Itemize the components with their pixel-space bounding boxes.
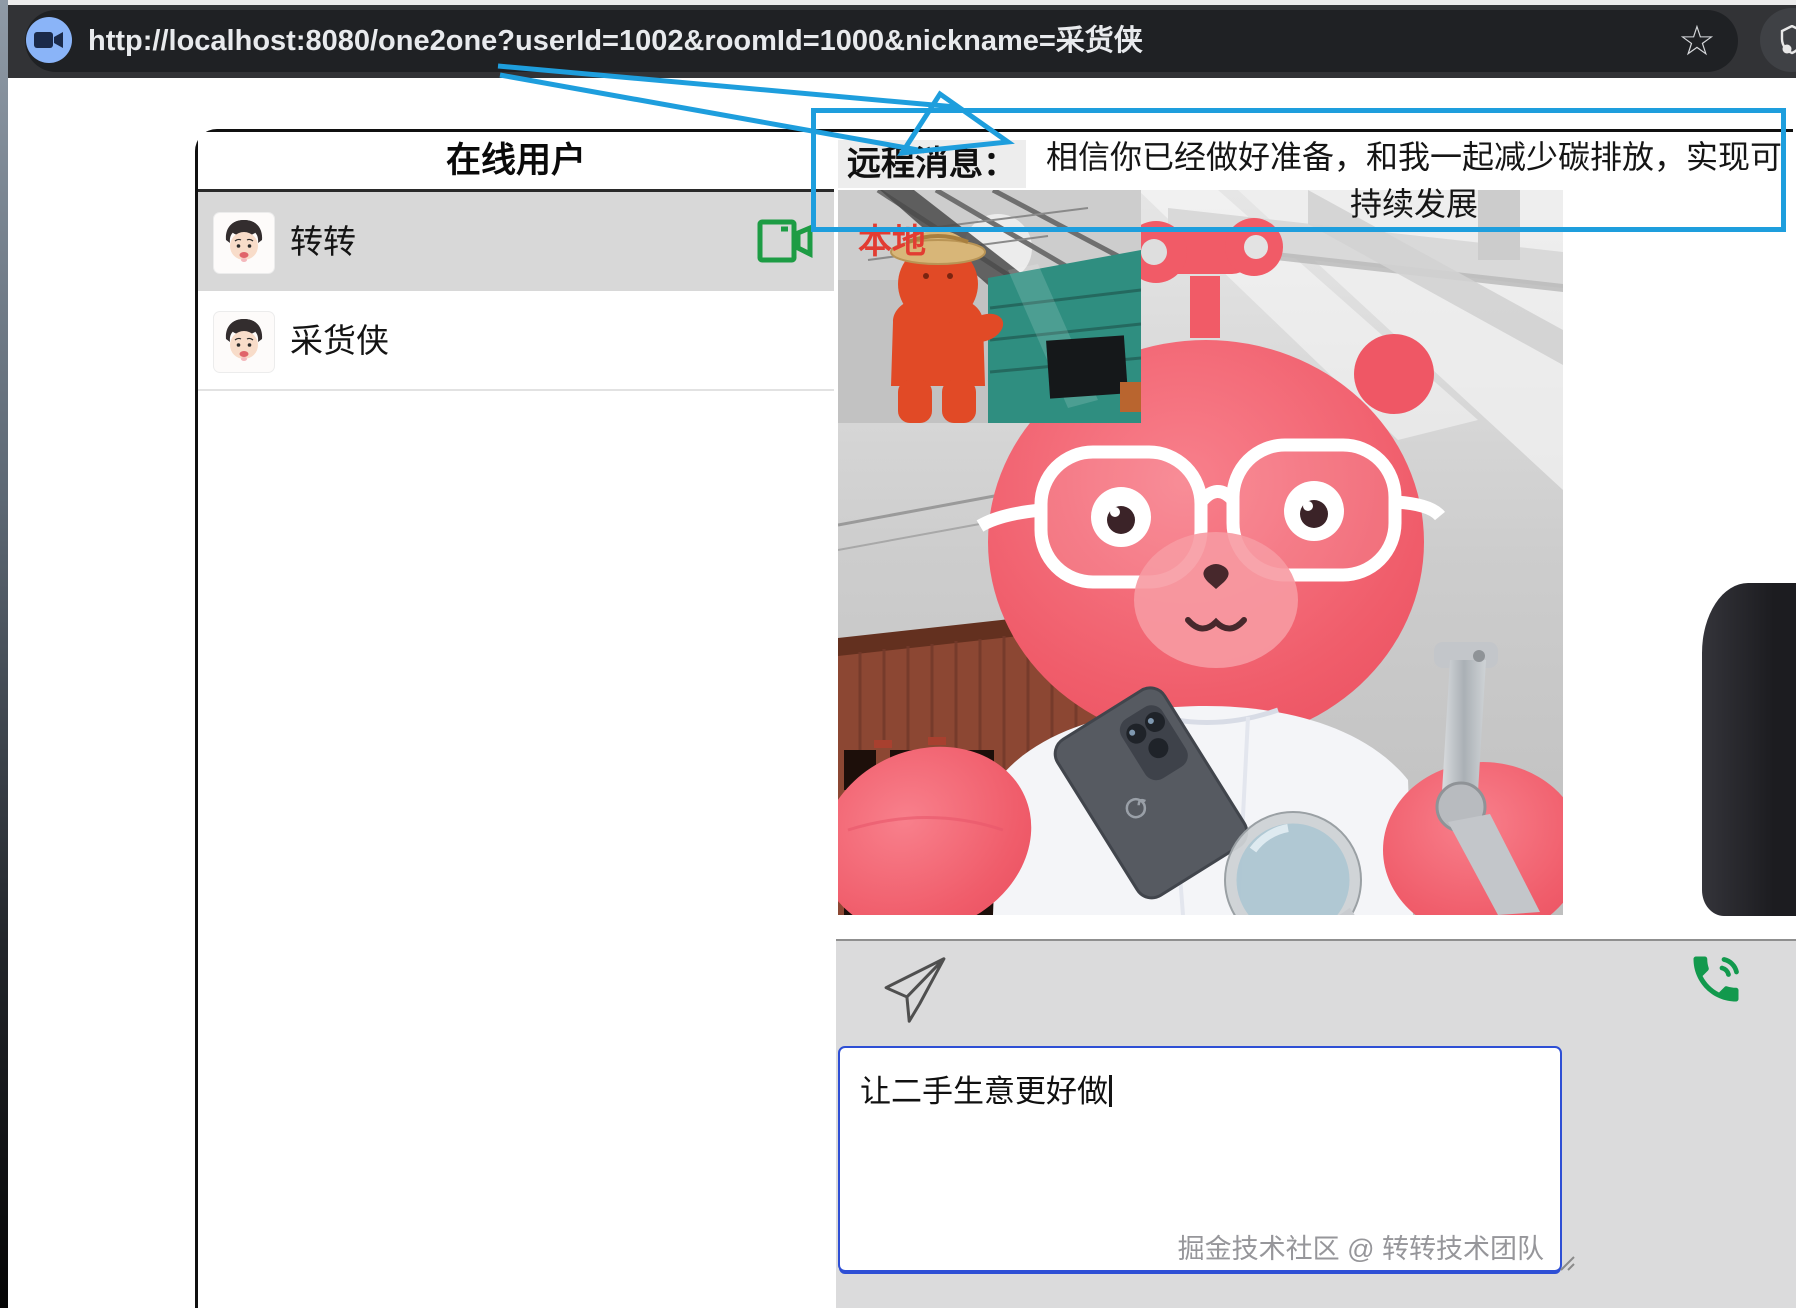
user-name: 转转 <box>290 223 356 260</box>
boy-face-avatar-icon <box>215 313 273 371</box>
user-row-zhuanzhuan[interactable]: 转转 <box>198 192 834 291</box>
cropped-dark-object <box>1702 583 1796 916</box>
resize-grip-icon <box>1560 1256 1575 1271</box>
message-input-text: 让二手生意更好做 <box>860 1066 1112 1111</box>
typed-text: 让二手生意更好做 <box>860 1074 1108 1109</box>
screenshot-root: http://localhost:8080/one2one?userId=100… <box>0 0 1796 1308</box>
bookmark-star-icon[interactable]: ☆ <box>1672 14 1722 68</box>
remote-video: 本地 <box>838 190 1563 915</box>
profile-glyph <box>1780 25 1796 55</box>
user-avatar <box>214 312 274 372</box>
annotation-arrow <box>497 63 1015 157</box>
desktop-edge-strip <box>0 0 8 1308</box>
video-camera-glyph <box>34 32 63 48</box>
user-avatar <box>214 213 274 273</box>
video-call-active-icon[interactable] <box>756 215 814 267</box>
user-name: 采货侠 <box>290 322 389 359</box>
phone-call-icon <box>1693 956 1739 1002</box>
watermark-text: 掘金技术社区 @ 转转技术团队 <box>1177 1234 1544 1264</box>
resize-handle[interactable] <box>1558 1254 1576 1272</box>
paper-plane-icon <box>884 957 946 1023</box>
start-call-button[interactable] <box>1686 949 1746 1009</box>
green-camera-glyph <box>757 219 813 263</box>
text-caret <box>1109 1075 1112 1107</box>
boy-face-avatar-icon <box>215 214 273 272</box>
camera-in-use-icon[interactable] <box>26 17 72 63</box>
message-input[interactable]: 让二手生意更好做 掘金技术社区 @ 转转技术团队 <box>838 1046 1575 1272</box>
send-message-button[interactable] <box>878 951 952 1029</box>
user-row-caihuoxia[interactable]: 采货侠 <box>198 291 834 391</box>
